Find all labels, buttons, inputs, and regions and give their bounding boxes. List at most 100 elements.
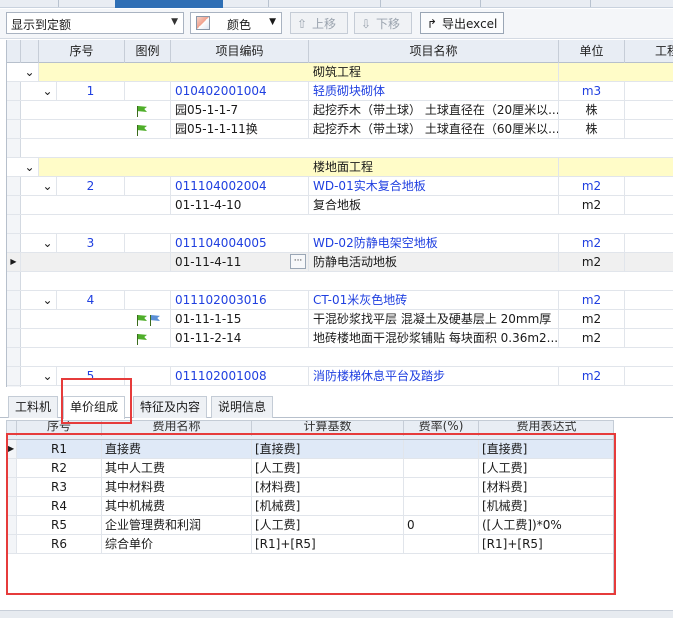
blank-row[interactable] — [7, 139, 673, 158]
fee-expression[interactable]: ([人工费])*0% — [479, 516, 613, 534]
blank-row[interactable] — [7, 272, 673, 291]
collapse-icon[interactable]: ⌄ — [39, 291, 57, 309]
more-options-button[interactable]: ··· — [290, 254, 306, 269]
header-expression[interactable]: 费用表达式 — [479, 421, 613, 436]
legend-cell — [125, 234, 171, 252]
quota-code[interactable]: 01-11-2-14 — [171, 329, 309, 347]
fee-expression[interactable]: [直接费] — [479, 440, 613, 458]
quota-row[interactable]: 01-11-1-15 干混砂浆找平层 混凝土及硬基层上 20mm厚 m2 — [7, 310, 673, 329]
price-row[interactable]: R3 其中材料费 [材料费] [材料费] — [7, 478, 613, 497]
item-code[interactable]: 011104004005 — [171, 234, 309, 252]
quota-code[interactable]: 园05-1-1-7 — [171, 101, 309, 119]
quota-code-text: 01-11-1-15 — [175, 312, 242, 326]
price-row[interactable]: R5 企业管理费和利润 [人工费] 0 ([人工费])*0% — [7, 516, 613, 535]
quota-name[interactable]: 防静电活动地板 — [309, 253, 559, 271]
quota-name[interactable]: 复合地板 — [309, 196, 559, 214]
quota-row[interactable]: ▶ 01-11-4-11 ··· 防静电活动地板 m2 — [7, 253, 673, 272]
item-name[interactable]: 消防楼梯休息平台及踏步 — [309, 367, 559, 385]
fee-rate[interactable] — [404, 478, 479, 496]
header-quantity[interactable]: 工程 — [625, 40, 673, 63]
fee-rate[interactable] — [404, 440, 479, 458]
calc-base[interactable]: [R1]+[R5] — [252, 535, 404, 553]
bill-item-row[interactable]: ⌄ 2 011104002004 WD-01实木复合地板 m2 — [7, 177, 673, 196]
collapse-icon[interactable]: ⌄ — [39, 177, 57, 195]
move-up-button[interactable]: ⇧ 上移 — [290, 12, 348, 34]
bill-item-row[interactable]: ⌄ 5 011102001008 消防楼梯休息平台及踏步 m2 — [7, 367, 673, 386]
quota-row[interactable]: 01-11-4-10 复合地板 m2 — [7, 196, 673, 215]
quota-row[interactable]: 01-11-2-14 地砖楼地面干混砂浆铺贴 每块面积 0.36m2... m2 — [7, 329, 673, 348]
item-code[interactable]: 011102003016 — [171, 291, 309, 309]
item-name[interactable]: WD-01实木复合地板 — [309, 177, 559, 195]
tab-features[interactable]: 特征及内容 — [133, 396, 208, 418]
fee-name[interactable]: 其中材料费 — [102, 478, 252, 496]
fee-rate[interactable] — [404, 459, 479, 477]
calc-base[interactable]: [材料费] — [252, 478, 404, 496]
fee-name[interactable]: 直接费 — [102, 440, 252, 458]
header-base[interactable]: 计算基数 — [252, 421, 404, 436]
collapse-icon[interactable]: ⌄ — [21, 158, 39, 176]
item-name[interactable]: CT-01米灰色地砖 — [309, 291, 559, 309]
header-code[interactable]: 项目编码 — [171, 40, 309, 63]
tab-unit-price[interactable]: 单价组成 — [63, 396, 126, 419]
price-row[interactable]: R6 综合单价 [R1]+[R5] [R1]+[R5] — [7, 535, 613, 554]
header-rate[interactable]: 费率(%) — [404, 421, 479, 436]
fee-rate[interactable] — [404, 535, 479, 553]
calc-base[interactable]: [机械费] — [252, 497, 404, 515]
fee-name[interactable]: 其中人工费 — [102, 459, 252, 477]
price-row[interactable]: R4 其中机械费 [机械费] [机械费] — [7, 497, 613, 516]
calc-base[interactable]: [人工费] — [252, 459, 404, 477]
fee-rate[interactable] — [404, 497, 479, 515]
color-dropdown[interactable]: 颜色 ▼ — [190, 12, 282, 34]
header-legend[interactable]: 图例 — [125, 40, 171, 63]
active-top-tab[interactable] — [115, 0, 223, 8]
fee-expression[interactable]: [材料费] — [479, 478, 613, 496]
item-code[interactable]: 011104002004 — [171, 177, 309, 195]
quota-row[interactable]: 园05-1-1-7 起挖乔木（带土球） 土球直径在（20厘米以... 株 — [7, 101, 673, 120]
fee-name[interactable]: 企业管理费和利润 — [102, 516, 252, 534]
quota-code[interactable]: 01-11-4-11 ··· — [171, 253, 309, 271]
quota-name[interactable]: 起挖乔木（带土球） 土球直径在（20厘米以... — [309, 101, 559, 119]
blank-row[interactable] — [7, 215, 673, 234]
price-row[interactable]: R2 其中人工费 [人工费] [人工费] — [7, 459, 613, 478]
price-row[interactable]: ▶ R1 直接费 [直接费] [直接费] — [7, 440, 613, 459]
calc-base[interactable]: [人工费] — [252, 516, 404, 534]
quota-code[interactable]: 01-11-4-10 — [171, 196, 309, 214]
collapse-icon[interactable]: ⌄ — [39, 82, 57, 100]
collapse-icon[interactable]: ⌄ — [39, 234, 57, 252]
fee-name[interactable]: 综合单价 — [102, 535, 252, 553]
item-name[interactable]: WD-02防静电架空地板 — [309, 234, 559, 252]
blank-row[interactable] — [7, 348, 673, 367]
section-row[interactable]: ⌄ 楼地面工程 — [7, 158, 673, 177]
export-excel-button[interactable]: ↱ 导出excel — [420, 12, 504, 34]
fee-name[interactable]: 其中机械费 — [102, 497, 252, 515]
fee-rate[interactable]: 0 — [404, 516, 479, 534]
move-down-button[interactable]: ⇩ 下移 — [354, 12, 412, 34]
quota-code[interactable]: 01-11-1-15 — [171, 310, 309, 328]
quota-code[interactable]: 园05-1-1-11换 — [171, 120, 309, 138]
item-name[interactable]: 轻质砌块砌体 — [309, 82, 559, 100]
quota-name[interactable]: 地砖楼地面干混砂浆铺贴 每块面积 0.36m2... — [309, 329, 559, 347]
fee-expression[interactable]: [人工费] — [479, 459, 613, 477]
quota-row[interactable]: 园05-1-1-11换 起挖乔木（带土球） 土球直径在（60厘米以... 株 — [7, 120, 673, 139]
quota-name[interactable]: 起挖乔木（带土球） 土球直径在（60厘米以... — [309, 120, 559, 138]
display-level-select[interactable]: 显示到定额 ▼ — [6, 12, 184, 34]
quota-name[interactable]: 干混砂浆找平层 混凝土及硬基层上 20mm厚 — [309, 310, 559, 328]
item-code[interactable]: 011102001008 — [171, 367, 309, 385]
calc-base[interactable]: [直接费] — [252, 440, 404, 458]
header-seq[interactable]: 序号 — [39, 40, 125, 63]
collapse-icon[interactable]: ⌄ — [21, 63, 39, 81]
header-unit[interactable]: 单位 — [559, 40, 625, 63]
bill-item-row[interactable]: ⌄ 3 011104004005 WD-02防静电架空地板 m2 — [7, 234, 673, 253]
bill-item-row[interactable]: ⌄ 1 010402001004 轻质砌块砌体 m3 — [7, 82, 673, 101]
bill-item-row[interactable]: ⌄ 4 011102003016 CT-01米灰色地砖 m2 — [7, 291, 673, 310]
collapse-icon[interactable]: ⌄ — [39, 367, 57, 385]
fee-expression[interactable]: [R1]+[R5] — [479, 535, 613, 553]
header-name[interactable]: 项目名称 — [309, 40, 559, 63]
fee-expression[interactable]: [机械费] — [479, 497, 613, 515]
header-seq[interactable]: 序号 — [17, 421, 102, 436]
tab-notes[interactable]: 说明信息 — [211, 396, 274, 418]
header-fee-name[interactable]: 费用名称 — [102, 421, 252, 436]
item-code[interactable]: 010402001004 — [171, 82, 309, 100]
tab-materials[interactable]: 工料机 — [8, 396, 59, 418]
section-row[interactable]: ⌄ 砌筑工程 — [7, 63, 673, 82]
